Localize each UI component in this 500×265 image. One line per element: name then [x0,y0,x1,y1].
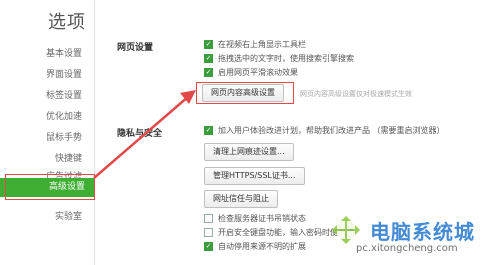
watermark: 电脑系统城 pc.xitongcheng.com [330,212,495,262]
url-trust-button[interactable]: 网址信任与阻止 [204,190,278,208]
sidebar: 基本设置 界面设置 标签设置 优化加速 鼠标手势 快捷键 广告过滤 高级设置 实… [0,0,95,265]
option-drag-search[interactable]: 拖拽选中的文字时，使用搜索引擎搜索 [204,53,354,64]
option-smooth-scroll-label: 启用网页平滑滚动效果 [218,68,298,77]
option-drag-search-label: 拖拽选中的文字时，使用搜索引擎搜索 [218,54,354,63]
checkbox-join-program[interactable] [204,126,213,135]
option-smooth-scroll[interactable]: 启用网页平滑滚动效果 [204,67,298,78]
option-disable-unknown-extensions-label: 自动停用来源不明的扩展 [218,242,306,251]
checkbox-secure-keyboard[interactable] [204,228,213,237]
web-settings-heading: 网页设置 [117,43,154,53]
checkbox-drag-search[interactable] [204,54,213,63]
advanced-settings-highlight-box [5,174,95,200]
checkbox-check-revocation[interactable] [204,214,213,223]
sidebar-item-mouse-gestures[interactable]: 鼠标手势 [46,130,82,143]
sidebar-item-basic[interactable]: 基本设置 [46,46,82,59]
clear-traces-button[interactable]: 清理上网痕迹设置... [204,143,294,161]
sidebar-item-interface[interactable]: 界面设置 [46,67,82,80]
checkbox-video-toolbar[interactable] [204,40,213,49]
option-join-program-label: 加入用户体验改进计划，帮助我们改进产品 （需要重启浏览器） [218,126,445,135]
option-disable-unknown-extensions[interactable]: 自动停用来源不明的扩展 [204,241,306,252]
checkbox-disable-unknown-extensions[interactable] [204,242,213,251]
watermark-url: pc.xitongcheng.com [356,243,458,254]
option-video-toolbar[interactable]: 在视频右上角显示工具栏 [204,39,306,50]
manage-ssl-button[interactable]: 管理HTTPS/SSL证书... [204,167,305,185]
sidebar-item-shortcuts[interactable]: 快捷键 [55,151,82,164]
advanced-button-highlight-box [196,82,294,104]
option-video-toolbar-label: 在视频右上角显示工具栏 [218,40,306,49]
watermark-logo-icon [332,216,360,244]
privacy-heading: 隐私与安全 [117,129,163,139]
sidebar-item-tabs[interactable]: 标签设置 [46,88,82,101]
option-check-revocation-label: 检查服务器证书吊销状态 [218,214,306,223]
option-check-revocation[interactable]: 检查服务器证书吊销状态 [204,213,306,224]
option-join-program[interactable]: 加入用户体验改进计划，帮助我们改进产品 （需要重启浏览器） [204,125,445,136]
checkbox-smooth-scroll[interactable] [204,68,213,77]
watermark-title: 电脑系统城 [370,220,475,244]
sidebar-item-optimize[interactable]: 优化加速 [46,109,82,122]
sidebar-item-lab[interactable]: 实验室 [55,209,82,222]
advanced-content-hint: 网页内容高级设置仅对极速模式生效 [300,90,412,98]
